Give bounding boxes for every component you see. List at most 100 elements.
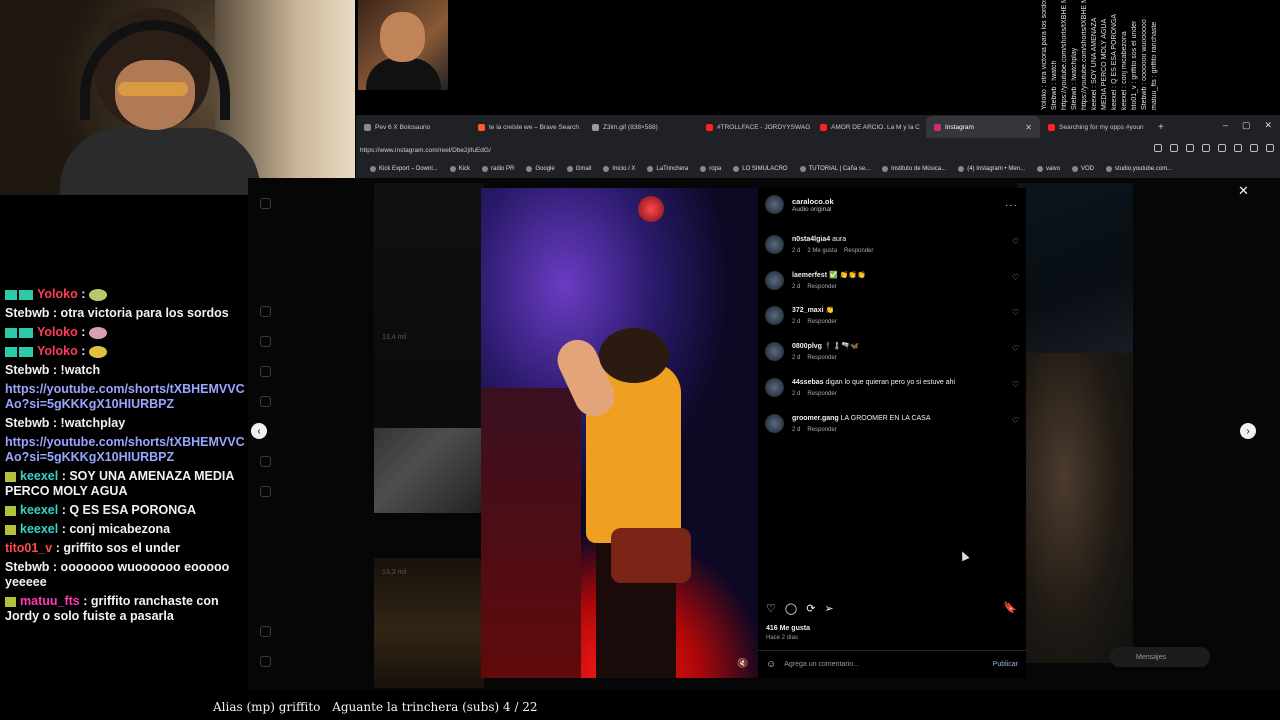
comment-text: digan lo que quieran pero yo si estuve a… xyxy=(825,378,956,386)
address-bar[interactable]: https://www.instagram.com/reel/Dbe2jifuE… xyxy=(356,140,1280,160)
share-icon[interactable] xyxy=(1170,144,1178,152)
overlay-photo xyxy=(358,0,448,90)
comment-like-icon[interactable]: ♡ xyxy=(1012,237,1019,246)
new-tab-button[interactable]: + xyxy=(1158,122,1164,133)
bookmark-item[interactable]: LO SIMULACRO xyxy=(733,166,788,172)
save-icon[interactable]: 🔖 xyxy=(1003,601,1017,614)
mute-icon[interactable]: 🔇 xyxy=(737,658,748,669)
browser-tab[interactable]: te la creiste we – Brave Search xyxy=(470,116,584,138)
chat-username[interactable]: Yoloko xyxy=(37,287,78,301)
subscriber-badge-icon xyxy=(5,596,16,607)
comment-username[interactable]: 0800plvg xyxy=(792,343,822,350)
more-options-icon[interactable]: ··· xyxy=(1005,200,1018,211)
comment-like-icon[interactable]: ♡ xyxy=(1012,416,1019,425)
bookmark-item[interactable]: vaivo xyxy=(1037,166,1060,172)
avatar[interactable] xyxy=(765,342,784,362)
reply-button[interactable]: Responder xyxy=(807,355,836,361)
browser-tab[interactable]: #TROLLFACE - JORDYYSWAG xyxy=(698,116,812,138)
reply-button[interactable]: Responder xyxy=(807,427,836,433)
url-text[interactable]: https://www.instagram.com/reel/Dbe2jifuE… xyxy=(360,147,491,154)
reply-button[interactable]: Responder xyxy=(844,248,873,254)
bookmark-item[interactable]: radio PR xyxy=(482,166,514,172)
bookmark-item[interactable]: Kick Export – Downl... xyxy=(370,166,438,172)
audio-label[interactable]: Audio original xyxy=(792,206,834,213)
next-button[interactable]: › xyxy=(1240,423,1256,439)
bookmark-item[interactable]: Kick xyxy=(449,166,470,172)
comment-like-icon[interactable]: ♡ xyxy=(1012,380,1019,389)
chat-link[interactable]: https://youtube.com/shorts/tXBHEMVVCAo?s… xyxy=(5,382,245,411)
chat-username[interactable]: keexel xyxy=(20,503,58,517)
bookmark-item[interactable]: studio.youtube.com... xyxy=(1106,166,1172,172)
repost-icon[interactable]: ⟳ xyxy=(806,602,815,615)
comment-input[interactable]: Agrega un comentario... xyxy=(784,661,984,668)
post-username[interactable]: caraloco.ok xyxy=(792,197,834,206)
browser-tab[interactable]: AMOR DE ARCIO. La M y la C xyxy=(812,116,926,138)
chat-link[interactable]: https://youtube.com/shorts/tXBHEMVVCAo?s… xyxy=(5,435,245,464)
like-count[interactable]: 416 Me gusta xyxy=(766,625,810,632)
sidebar-icon[interactable] xyxy=(1234,144,1242,152)
like-icon[interactable]: ♡ xyxy=(766,602,776,615)
browser-tab[interactable]: Searching for my opps #youn xyxy=(1040,116,1154,138)
bookmark-item[interactable]: TUTORIAL | Caña se... xyxy=(799,166,870,172)
bookmark-item[interactable]: Gmail xyxy=(566,166,591,172)
reply-button[interactable]: Responder xyxy=(807,319,836,325)
close-window-button[interactable]: ✕ xyxy=(1264,120,1272,131)
close-icon[interactable]: ✕ xyxy=(1238,183,1249,199)
comment-text: ✅ 👏👏👏 xyxy=(828,271,866,279)
avatar[interactable] xyxy=(765,195,784,214)
bookmark-star-icon[interactable] xyxy=(1154,144,1162,152)
maximize-button[interactable]: ▢ xyxy=(1242,120,1251,131)
download-icon[interactable] xyxy=(1218,144,1226,152)
avatar[interactable] xyxy=(765,413,784,433)
comment-icon[interactable]: ◯ xyxy=(785,602,797,615)
reel-video[interactable] xyxy=(481,188,758,678)
messages-button[interactable]: Mensajes xyxy=(1110,647,1210,667)
comment-username[interactable]: groomer.gang xyxy=(792,415,839,422)
vertical-chat-line: Stebwb : !watch xyxy=(1051,60,1058,110)
previous-button[interactable]: ‹ xyxy=(251,423,267,439)
browser-tab[interactable]: Instagram ✕ xyxy=(926,116,1040,138)
comment-like-icon[interactable]: ♡ xyxy=(1012,273,1019,282)
chat-username[interactable]: Yoloko xyxy=(37,325,78,339)
tab-label: Instagram xyxy=(945,123,974,131)
comment-like-icon[interactable]: ♡ xyxy=(1012,308,1019,317)
reply-button[interactable]: Responder xyxy=(807,284,836,290)
bookmark-item[interactable]: (4) Instagram • Men... xyxy=(958,166,1025,172)
comment-username[interactable]: n0sta4lgia4 xyxy=(792,236,830,243)
bookmark-item[interactable]: Inicio / X xyxy=(603,166,635,172)
avatar[interactable] xyxy=(765,235,784,254)
chat-message: Stebwb : otra victoria para los sordos xyxy=(0,304,250,323)
minimize-button[interactable]: – xyxy=(1223,120,1228,131)
bookmark-item[interactable]: Instituto de Música... xyxy=(882,166,946,172)
reply-button[interactable]: Responder xyxy=(807,391,836,397)
chat-username[interactable]: tito01_v xyxy=(5,541,52,555)
publish-button[interactable]: Publicar xyxy=(993,661,1018,668)
chat-username[interactable]: Yoloko xyxy=(37,344,78,358)
avatar[interactable] xyxy=(765,270,784,290)
wallet-icon[interactable] xyxy=(1250,144,1258,152)
comment-like-icon[interactable]: ♡ xyxy=(1012,344,1019,353)
share-icon[interactable]: ➢ xyxy=(824,602,833,615)
browser-tab[interactable]: Z3im.gif (838×588) xyxy=(584,116,698,138)
bookmark-item[interactable]: LaTrinchera xyxy=(647,166,688,172)
chat-username[interactable]: keexel xyxy=(20,469,58,483)
chat-username[interactable]: keexel xyxy=(20,522,58,536)
browser-tab[interactable]: Pev 6 X Bolosaurio xyxy=(356,116,470,138)
extensions-icon[interactable] xyxy=(1202,144,1210,152)
comment-username[interactable]: laemerfest xyxy=(792,272,827,279)
chat-username[interactable]: matuu_fts xyxy=(20,594,80,608)
avatar[interactable] xyxy=(765,377,784,397)
comment-likes[interactable]: 2 Me gusta xyxy=(807,248,837,254)
comment-username[interactable]: 372_maxi xyxy=(792,307,824,314)
bookmark-item[interactable]: Google xyxy=(526,166,555,172)
emoji-icon[interactable]: ☺ xyxy=(766,659,776,670)
brave-shield-icon[interactable] xyxy=(1186,144,1194,152)
bookmark-item[interactable]: VOD xyxy=(1072,166,1094,172)
avatar[interactable] xyxy=(765,306,784,326)
menu-icon[interactable] xyxy=(1266,144,1274,152)
close-tab-icon[interactable]: ✕ xyxy=(1025,123,1032,132)
bookmark-label: radio PR xyxy=(491,166,515,172)
subscriber-badge-icon xyxy=(5,471,16,482)
bookmark-item[interactable]: ropa xyxy=(700,166,721,172)
comment-username[interactable]: 44ssebas xyxy=(792,379,824,386)
